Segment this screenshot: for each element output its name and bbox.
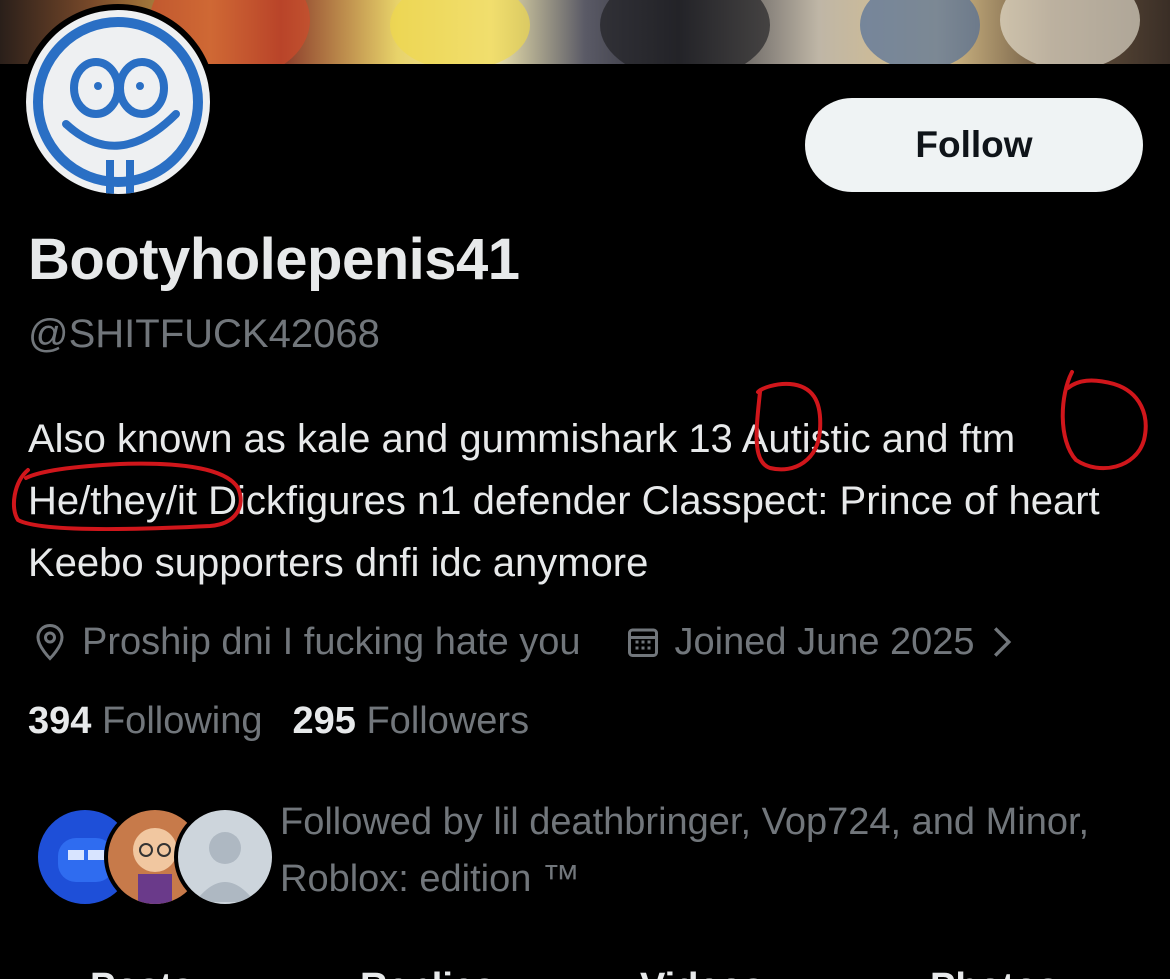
avatar: [174, 806, 276, 908]
calendar-icon: [627, 628, 658, 657]
follow-button[interactable]: Follow: [805, 98, 1143, 192]
joined-item[interactable]: Joined June 2025: [625, 621, 1013, 664]
tab-videos[interactable]: Videos: [640, 966, 764, 979]
bio-pronouns: He/they/it: [28, 479, 197, 523]
tab-replies[interactable]: Replies: [360, 966, 495, 979]
bio-text: Autistic and: [732, 417, 960, 461]
tab-posts[interactable]: Posts: [90, 966, 193, 979]
location-pin-icon: [36, 623, 64, 661]
following-count: 394: [28, 700, 92, 742]
location-item: Proship dni I fucking hate you: [32, 621, 581, 664]
bio-identity: ftm: [959, 417, 1016, 461]
location-text: Proship dni I fucking hate you: [82, 620, 581, 663]
follow-stats: 394 Following 295 Followers: [28, 700, 529, 743]
following-link[interactable]: 394 Following: [28, 700, 263, 743]
joined-text: Joined June 2025: [674, 620, 975, 663]
bio-text: Also known as kale and gummishark: [28, 417, 689, 461]
bio-age: 13: [688, 417, 733, 461]
followers-link[interactable]: 295 Followers: [293, 700, 530, 743]
profile-tabs: Posts Replies Videos Photos: [0, 958, 1170, 979]
followers-label: Followers: [366, 700, 530, 742]
chevron-right-icon: [993, 627, 1011, 657]
followers-count: 295: [292, 700, 356, 742]
followed-by-avatars[interactable]: [34, 806, 276, 908]
profile-meta: Proship dni I fucking hate you Joined Ju…: [32, 614, 1013, 670]
profile-bio: Also known as kale and gummishark 13 Aut…: [28, 408, 1153, 594]
user-handle: @SHITFUCK42068: [28, 312, 380, 356]
followed-by-text[interactable]: Followed by lil deathbringer, Vop724, an…: [280, 794, 1160, 908]
profile-avatar[interactable]: [20, 4, 216, 200]
tab-photos[interactable]: Photos: [930, 966, 1059, 979]
display-name: Bootyholepenis41: [28, 227, 520, 292]
following-label: Following: [101, 700, 263, 742]
